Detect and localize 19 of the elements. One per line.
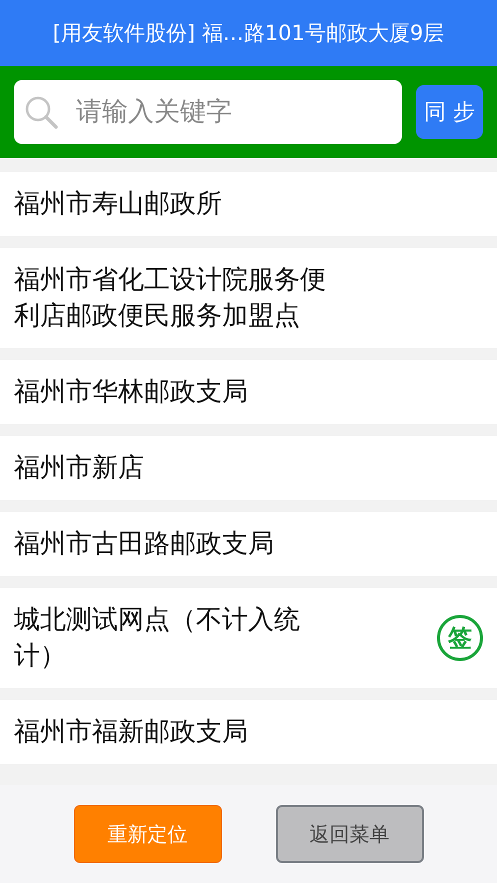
list-item[interactable]: 福州市华林邮政支局	[0, 360, 497, 424]
window-title: [用友软件股份] 福…路101号邮政大厦9层	[52, 20, 444, 47]
item-name: 城北测试网点（不计入统计）	[14, 604, 301, 673]
footer-button[interactable]: 返回菜单	[276, 805, 424, 863]
list-item[interactable]: 福州市福新邮政支局	[0, 700, 497, 764]
item-name: 福州市寿山邮政所	[14, 188, 222, 221]
search-field[interactable]: 请输入关键字	[14, 80, 402, 144]
item-name: 福州市省化工设计院服务便利店邮政便民服务加盟点	[14, 264, 327, 333]
item-name: 福州市华林邮政支局	[14, 376, 248, 409]
list-item[interactable]: 福州市寿山邮政所	[0, 172, 497, 236]
sign-badge: 签	[437, 615, 483, 661]
item-name: 福州市福新邮政支局	[14, 716, 248, 749]
list-item[interactable]: 福州市古田路邮政支局	[0, 512, 497, 576]
list-item[interactable]: 福州市省化工设计院服务便利店邮政便民服务加盟点	[0, 248, 497, 348]
item-name: 福州市新店	[14, 452, 144, 485]
item-name: 福州市古田路邮政支局	[14, 528, 274, 561]
list-item[interactable]: 城北测试网点（不计入统计） 签	[0, 588, 497, 688]
sync-button[interactable]: 同 步	[416, 85, 483, 139]
list-item[interactable]: 福州市新店	[0, 436, 497, 500]
